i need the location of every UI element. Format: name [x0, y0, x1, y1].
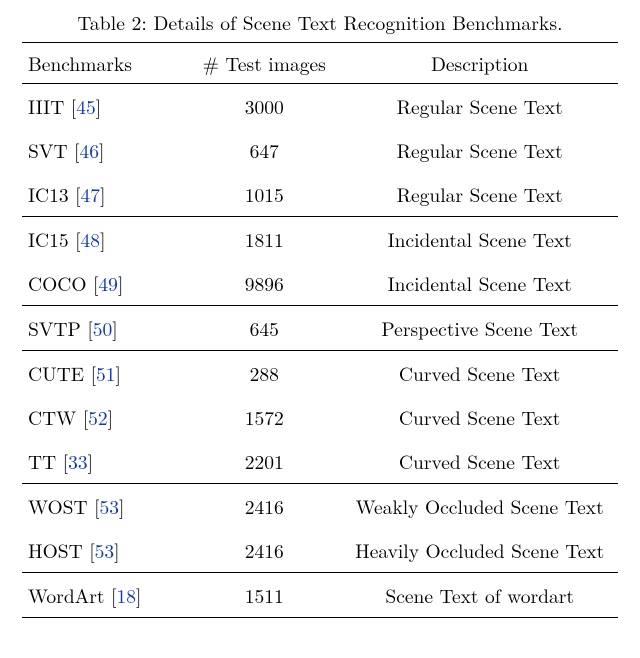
citation-link[interactable]: 51 [96, 359, 116, 387]
benchmark-cell: HOST [53] [22, 528, 187, 573]
benchmark-name: SVT [28, 136, 74, 164]
benchmark-cell: WordArt [18] [22, 573, 187, 618]
citation-link[interactable]: 45 [76, 92, 96, 120]
description-cell: Incidental Scene Text [341, 261, 618, 306]
citation-link[interactable]: 46 [79, 136, 99, 164]
description-cell: Heavily Occluded Scene Text [341, 528, 618, 573]
test-images-cell: 2416 [187, 484, 341, 529]
benchmark-name: SVTP [28, 314, 87, 342]
description-cell: Scene Text of wordart [341, 573, 618, 618]
col-header-benchmarks: Benchmarks [22, 43, 187, 84]
citation-link[interactable]: 18 [116, 581, 136, 609]
benchmark-cell: IC15 [48] [22, 217, 187, 262]
description-cell: Incidental Scene Text [341, 217, 618, 262]
header-row: Benchmarks # Test images Description [22, 43, 618, 84]
citation-link[interactable]: 33 [68, 447, 88, 475]
benchmark-cell: SVT [46] [22, 128, 187, 172]
description-cell: Perspective Scene Text [341, 306, 618, 351]
description-cell: Curved Scene Text [341, 351, 618, 396]
test-images-cell: 647 [187, 128, 341, 172]
test-images-cell: 2201 [187, 439, 341, 484]
test-images-cell: 288 [187, 351, 341, 396]
citation-link[interactable]: 53 [95, 536, 115, 564]
description-cell: Curved Scene Text [341, 395, 618, 439]
test-images-cell: 1511 [187, 573, 341, 618]
col-header-test-images: # Test images [187, 43, 341, 84]
page: Table 2: Details of Scene Text Recogniti… [0, 0, 640, 618]
citation-link[interactable]: 52 [88, 403, 108, 431]
description-cell: Curved Scene Text [341, 439, 618, 484]
benchmark-cell: IC13 [47] [22, 172, 187, 217]
table-row: WOST [53] 2416Weakly Occluded Scene Text [22, 484, 618, 529]
benchmark-name-wrap: SVT [46] [28, 136, 104, 164]
test-images-cell: 2416 [187, 528, 341, 573]
benchmark-cell: TT [33] [22, 439, 187, 484]
table-row: CTW [52] 1572Curved Scene Text [22, 395, 618, 439]
benchmark-name: CUTE [28, 359, 91, 387]
benchmark-name-wrap: WordArt [18] [28, 581, 141, 609]
citation-link[interactable]: 48 [81, 225, 101, 253]
benchmark-name-wrap: HOST [53] [28, 536, 120, 564]
benchmark-name-wrap: CUTE [51] [28, 359, 121, 387]
benchmark-name-wrap: TT [33] [28, 447, 93, 475]
table-row: WordArt [18] 1511Scene Text of wordart [22, 573, 618, 618]
benchmark-cell: CTW [52] [22, 395, 187, 439]
benchmark-name-wrap: IC15 [48] [28, 225, 105, 253]
benchmark-cell: WOST [53] [22, 484, 187, 529]
table-row: CUTE [51] 288Curved Scene Text [22, 351, 618, 396]
citation-link[interactable]: 53 [100, 492, 120, 520]
benchmark-name: IC15 [28, 225, 75, 253]
test-images-cell: 1015 [187, 172, 341, 217]
table-body: IIIT [45] 3000Regular Scene Text SVT [46] 6… [22, 84, 618, 618]
benchmark-name-wrap: SVTP [50] [28, 314, 118, 342]
benchmark-cell: COCO [49] [22, 261, 187, 306]
benchmark-name-wrap: IIIT [45] [28, 92, 101, 120]
table-row: IIIT [45] 3000Regular Scene Text [22, 84, 618, 129]
col-header-description: Description [341, 43, 618, 84]
test-images-cell: 1811 [187, 217, 341, 262]
benchmarks-table: Benchmarks # Test images Description III… [22, 42, 618, 618]
description-cell: Regular Scene Text [341, 84, 618, 129]
benchmark-name: CTW [28, 403, 83, 431]
benchmark-name-wrap: COCO [49] [28, 269, 123, 297]
citation-link[interactable]: 47 [81, 180, 101, 208]
table-row: TT [33] 2201Curved Scene Text [22, 439, 618, 484]
table-row: SVT [46] 647Regular Scene Text [22, 128, 618, 172]
test-images-cell: 1572 [187, 395, 341, 439]
benchmark-name: COCO [28, 269, 93, 297]
benchmark-name: TT [28, 447, 63, 475]
benchmark-name-wrap: CTW [52] [28, 403, 113, 431]
description-cell: Weakly Occluded Scene Text [341, 484, 618, 529]
table-row: HOST [53] 2416Heavily Occluded Scene Text [22, 528, 618, 573]
benchmark-name: IIIT [28, 92, 71, 120]
table-row: IC13 [47] 1015Regular Scene Text [22, 172, 618, 217]
benchmark-name: IC13 [28, 180, 75, 208]
test-images-cell: 9896 [187, 261, 341, 306]
benchmark-cell: CUTE [51] [22, 351, 187, 396]
benchmark-name-wrap: WOST [53] [28, 492, 124, 520]
table-row: IC15 [48] 1811Incidental Scene Text [22, 217, 618, 262]
benchmark-name: HOST [28, 536, 89, 564]
citation-link[interactable]: 49 [98, 269, 118, 297]
table-caption: Table 2: Details of Scene Text Recogniti… [16, 8, 624, 36]
benchmark-name: WordArt [28, 581, 111, 609]
benchmark-cell: SVTP [50] [22, 306, 187, 351]
benchmark-name-wrap: IC13 [47] [28, 180, 105, 208]
table-row: SVTP [50] 645Perspective Scene Text [22, 306, 618, 351]
description-cell: Regular Scene Text [341, 172, 618, 217]
test-images-cell: 3000 [187, 84, 341, 129]
table-row: COCO [49] 9896Incidental Scene Text [22, 261, 618, 306]
benchmark-name: WOST [28, 492, 94, 520]
benchmark-cell: IIIT [45] [22, 84, 187, 129]
citation-link[interactable]: 50 [93, 314, 113, 342]
test-images-cell: 645 [187, 306, 341, 351]
description-cell: Regular Scene Text [341, 128, 618, 172]
